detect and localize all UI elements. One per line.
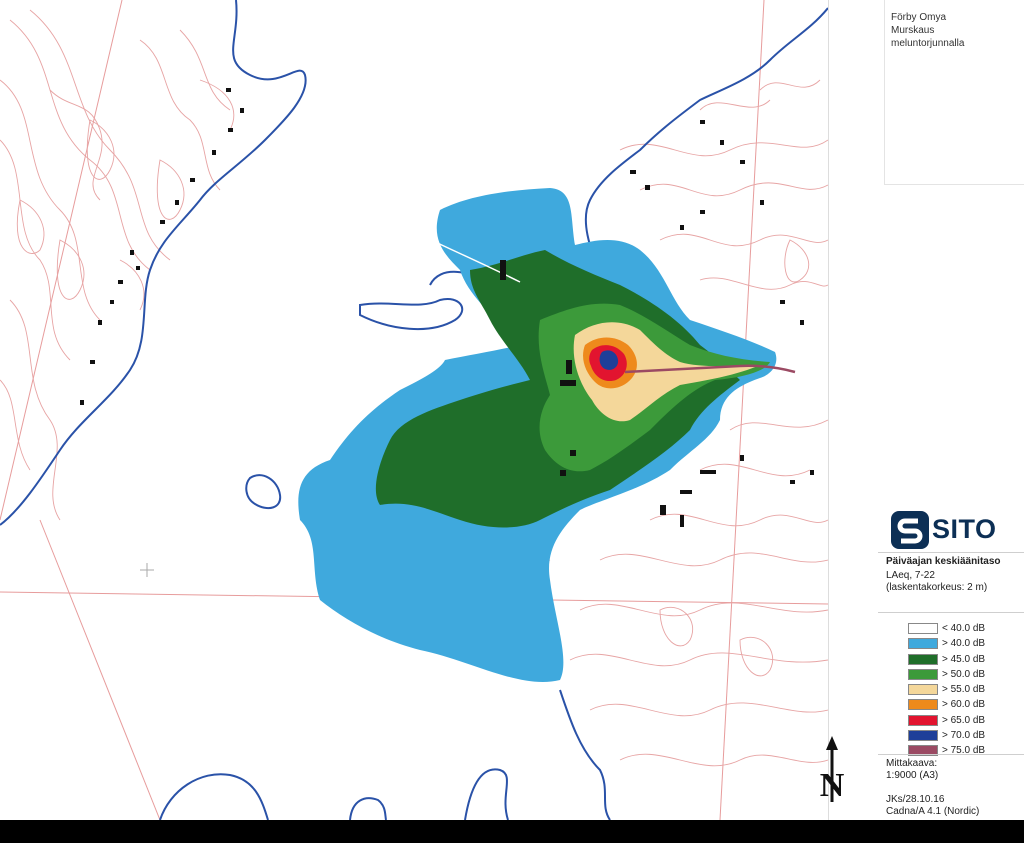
title-line-1: Förby Omya <box>891 12 947 23</box>
legend-label: > 65.0 dB <box>942 714 986 726</box>
legend-label: > 45.0 dB <box>942 653 986 665</box>
height-note: (laskentakorkeus: 2 m) <box>886 582 988 593</box>
scale-value: 1:9000 (A3) <box>886 770 939 781</box>
north-arrow-icon: N <box>820 736 845 804</box>
legend-swatch <box>908 684 938 696</box>
scan-edge-bar <box>0 820 1024 843</box>
legend-swatch <box>908 623 938 634</box>
legend-swatch <box>908 730 938 742</box>
legend-label: > 60.0 dB <box>942 699 986 711</box>
north-letter: N <box>820 767 845 804</box>
frame-divider <box>828 0 829 820</box>
metric-label: LAeq, 7-22 <box>886 570 935 581</box>
divider <box>878 612 1024 613</box>
title-line-2: Murskaus <box>891 25 935 36</box>
legend-swatch <box>908 653 938 665</box>
legend-swatch <box>908 638 938 650</box>
legend-swatch <box>908 668 938 680</box>
survey-marker <box>140 563 154 577</box>
divider <box>878 754 1024 755</box>
logo-text: SITO <box>932 514 997 544</box>
noise-zones <box>298 188 796 683</box>
panel-heading: Päiväajan keskiäänitaso <box>886 556 1001 567</box>
legend-label: > 50.0 dB <box>942 668 986 680</box>
legend-label: > 40.0 dB <box>942 638 986 650</box>
legend-swatch <box>908 699 938 711</box>
author-date: JKs/28.10.16 <box>886 794 945 805</box>
scale-label: Mittakaava: <box>886 758 938 769</box>
contour-lines <box>0 9 235 521</box>
legend-swatch <box>908 714 938 726</box>
legend-label: > 70.0 dB <box>942 730 986 742</box>
title-line-3: meluntorjunnalla <box>891 38 965 49</box>
divider <box>878 552 1024 553</box>
software-version: Cadna/A 4.1 (Nordic) <box>886 806 980 817</box>
legend-panel: SITO Päiväajan keskiäänitaso LAeq, 7-22 … <box>878 500 1024 820</box>
legend-label: > 55.0 dB <box>942 684 986 696</box>
sito-logo: SITO <box>884 508 1024 552</box>
legend-label: < 40.0 dB <box>942 623 986 634</box>
noise-map <box>0 0 828 820</box>
title-block: Förby Omya Murskaus meluntorjunnalla <box>884 0 1024 185</box>
sito-logo-icon <box>891 511 929 549</box>
